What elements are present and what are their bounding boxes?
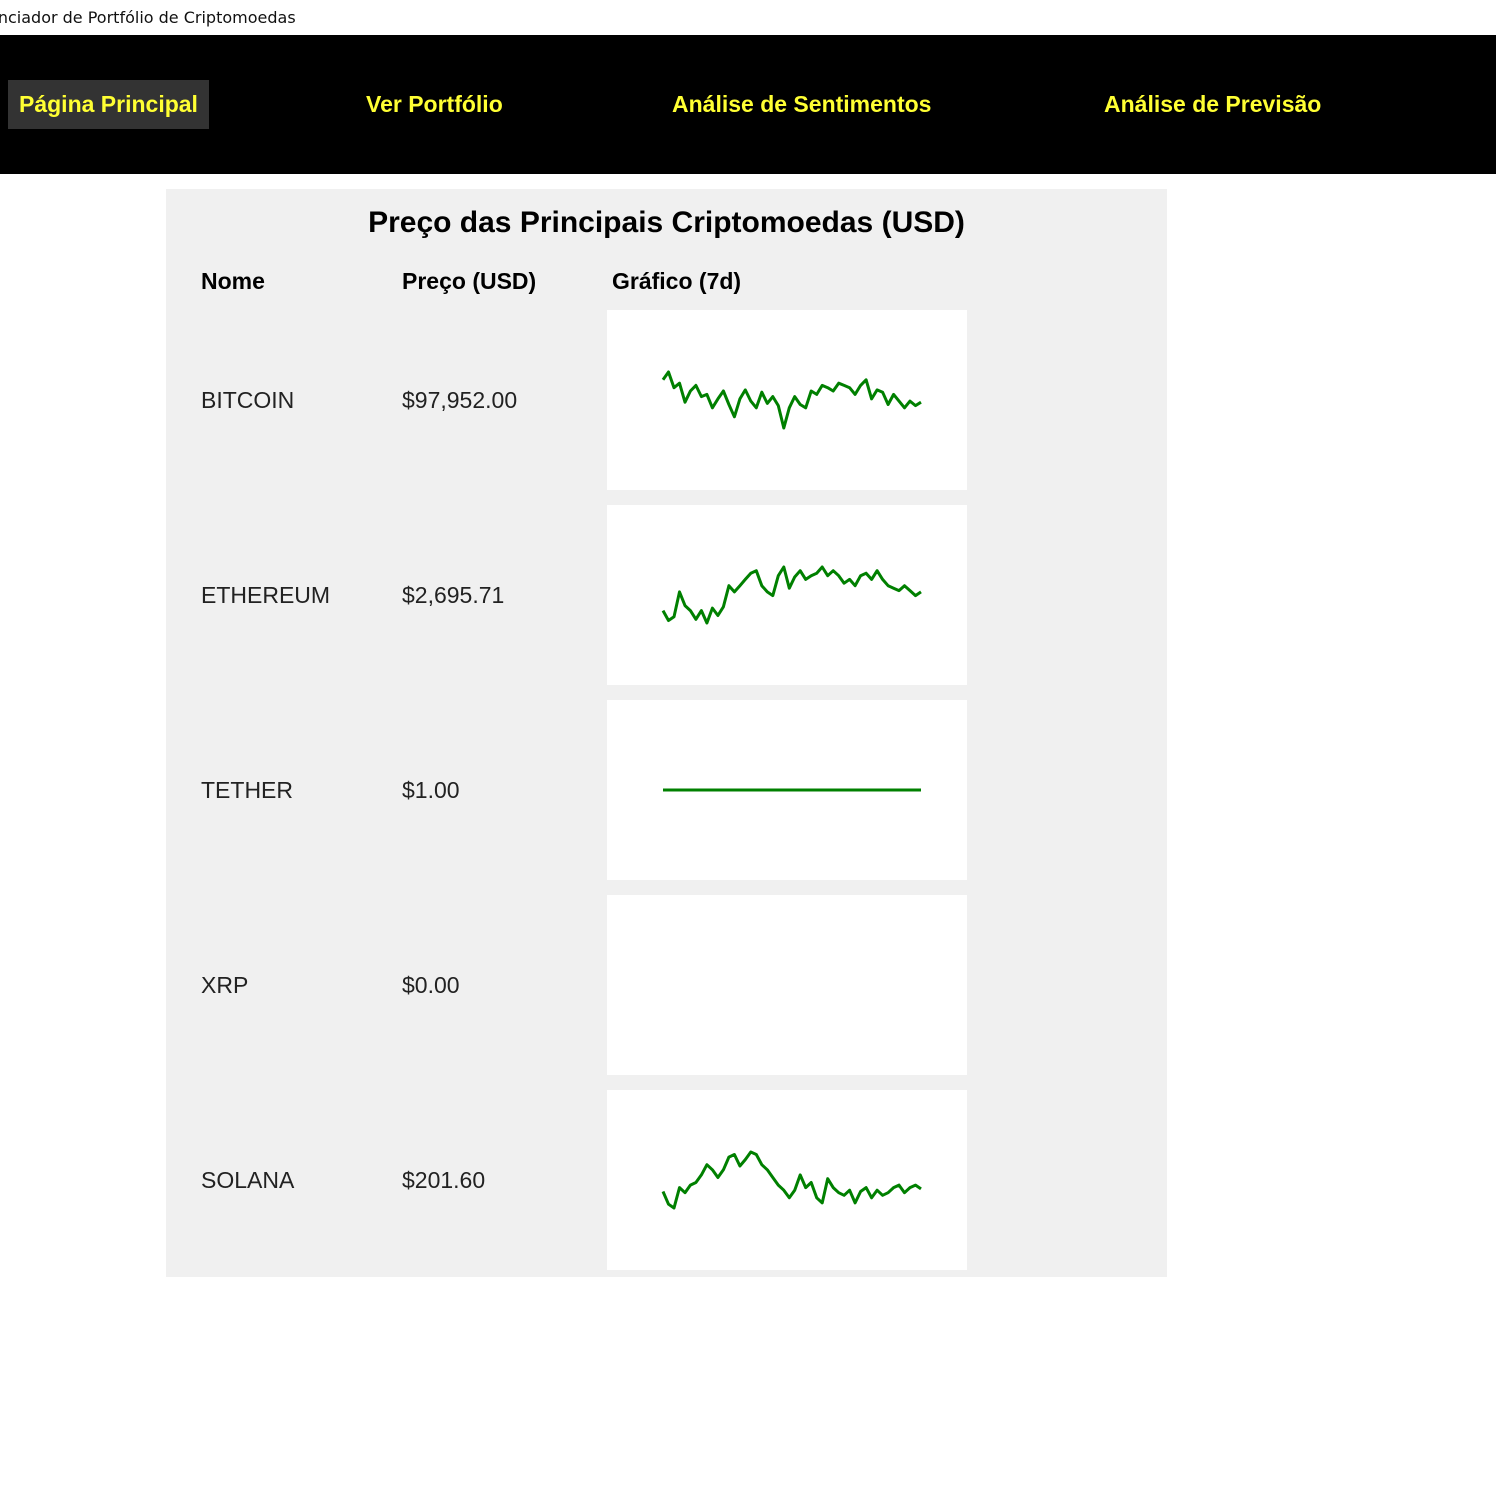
table-row: SOLANA $201.60 (166, 1090, 1167, 1270)
coin-name: XRP (201, 972, 249, 998)
coin-price: $201.60 (402, 1167, 486, 1193)
panel-title: Preço das Principais Criptomoedas (USD) (368, 206, 965, 239)
coin-name: SOLANA (201, 1167, 295, 1193)
column-header-chart: Gráfico (7d) (612, 268, 742, 294)
table-row: BITCOIN $97,952.00 (166, 310, 1167, 490)
window-title: enciador de Portfólio de Criptomoedas (0, 8, 296, 27)
table-row: XRP $0.00 (166, 895, 1167, 1075)
sparkline-svg (661, 565, 922, 625)
coin-price: $1.00 (402, 777, 460, 803)
coin-price: $2,695.71 (402, 582, 505, 608)
coin-name: TETHER (201, 777, 293, 803)
sparkline-chart (607, 700, 967, 880)
column-header-name: Nome (201, 268, 265, 294)
nav-home[interactable]: Página Principal (8, 80, 209, 129)
sparkline-chart (607, 895, 967, 1075)
coin-price: $0.00 (402, 972, 460, 998)
coin-name: ETHEREUM (201, 582, 331, 608)
nav-forecast-analysis[interactable]: Análise de Previsão (1093, 80, 1332, 129)
sparkline-series-line (661, 565, 922, 625)
sparkline-svg (661, 1150, 922, 1210)
nav-sentiment-analysis[interactable]: Análise de Sentimentos (661, 80, 942, 129)
coin-name: BITCOIN (201, 387, 295, 413)
table-row: ETHEREUM $2,695.71 (166, 505, 1167, 685)
coin-price: $97,952.00 (402, 387, 518, 413)
nav-view-portfolio[interactable]: Ver Portfólio (355, 80, 514, 129)
column-header-price: Preço (USD) (402, 268, 537, 294)
sparkline-svg (607, 895, 967, 1075)
window-title-bar: enciador de Portfólio de Criptomoedas (0, 0, 1496, 35)
sparkline-svg (663, 788, 921, 792)
top-navbar: Página Principal Ver Portfólio Análise d… (0, 35, 1496, 174)
sparkline-series-line (661, 1150, 922, 1210)
prices-panel: Preço das Principais Criptomoedas (USD) … (166, 189, 1167, 1277)
sparkline-chart (607, 505, 967, 685)
sparkline-svg (661, 370, 922, 430)
sparkline-series-line (661, 370, 922, 430)
sparkline-chart (607, 1090, 967, 1270)
table-row: TETHER $1.00 (166, 700, 1167, 880)
sparkline-chart (607, 310, 967, 490)
